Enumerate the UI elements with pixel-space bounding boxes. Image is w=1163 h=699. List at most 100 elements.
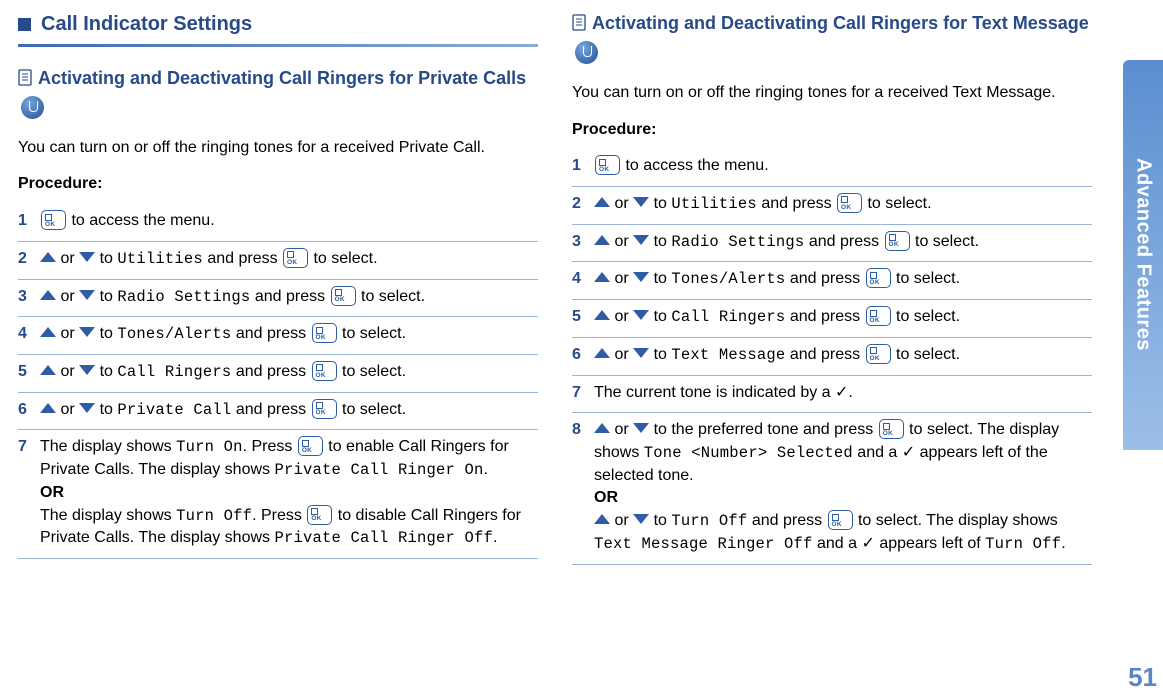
procedure-label-left: Procedure: [18,173,538,196]
step-text: to [649,195,671,212]
ok-button-icon [283,248,308,268]
step-text: or [610,308,633,325]
down-arrow-icon [79,403,95,413]
right-column: Activating and Deactivating Call Ringers… [572,10,1092,565]
step-text: to select. [911,233,979,250]
ok-button-icon [312,323,337,343]
step-text: to [95,401,117,418]
step-l5: 5 or to Call Ringers and press to select… [18,355,538,393]
step-text: to select. [863,195,931,212]
step-r6: 6 or to Text Message and press to select… [572,338,1092,376]
step-text: . [493,529,497,546]
section-bullet-icon [18,18,31,31]
down-arrow-icon [633,310,649,320]
section-title-text: Call Indicator Settings [41,10,252,38]
down-arrow-icon [79,365,95,375]
step-l1: 1 to access the menu. [18,204,538,242]
step-text: to [95,288,117,305]
ok-button-icon [307,505,332,525]
ok-button-icon [312,399,337,419]
side-tab-label: Advanced Features [1132,158,1155,351]
step-text: to select. [338,325,406,342]
step-text: The display shows [40,438,176,455]
step-text: to select. [309,250,377,267]
step-num: 3 [572,231,581,254]
procedure-doc-icon [18,67,32,95]
procedure-label-right: Procedure: [572,119,1092,142]
step-text: or [610,270,633,287]
ok-button-icon [595,155,620,175]
step-text: or [610,195,633,212]
or-label: OR [594,487,1092,510]
step-text: or [56,325,79,342]
menu-item: Text Message [671,346,785,364]
step-text: to [649,233,671,250]
step-r8: 8 or to the preferred tone and press to … [572,413,1092,564]
step-text: or [610,233,633,250]
down-arrow-icon [79,252,95,262]
display-text: Private Call Ringer On [274,461,483,479]
step-text: to select. [338,363,406,380]
menu-item: Utilities [671,195,757,213]
step-text: to [95,250,117,267]
step-text: to select. The display shows [854,512,1058,529]
display-text: Turn Off [176,507,252,525]
ok-button-icon [331,286,356,306]
intro-left: You can turn on or off the ringing tones… [18,137,538,160]
step-text: or [56,250,79,267]
display-text: Private Call Ringer Off [274,529,493,547]
step-num: 8 [572,419,581,442]
step-num: 6 [572,344,581,367]
step-text: and press [804,233,883,250]
display-text: Tone <Number> Selected [644,444,853,462]
ok-button-icon [312,361,337,381]
up-arrow-icon [40,252,56,262]
ok-button-icon [828,510,853,530]
step-text: and press [757,195,836,212]
up-arrow-icon [594,272,610,282]
step-text: . [1061,535,1065,552]
step-r1: 1 to access the menu. [572,149,1092,187]
down-arrow-icon [79,290,95,300]
left-column: Call Indicator Settings Activating and D… [18,10,538,565]
step-text: to select. [892,308,960,325]
ok-button-icon [866,344,891,364]
step-l4: 4 or to Tones/Alerts and press to select… [18,317,538,355]
step-text: or [56,401,79,418]
or-label: OR [40,482,538,505]
ok-button-icon [866,268,891,288]
step-text: to [649,270,671,287]
step-text: to access the menu. [67,212,215,229]
up-arrow-icon [594,197,610,207]
down-arrow-icon [633,197,649,207]
up-arrow-icon [594,514,610,524]
up-arrow-icon [40,327,56,337]
down-arrow-icon [633,272,649,282]
step-text: . Press [243,438,297,455]
step-r2: 2 or to Utilities and press to select. [572,187,1092,225]
menu-item: Radio Settings [117,288,250,306]
subsection-title-right-text: Activating and Deactivating Call Ringers… [592,13,1089,33]
step-text: and press [785,270,864,287]
step-num: 3 [18,286,27,309]
procedure-doc-icon [572,12,586,40]
up-arrow-icon [40,290,56,300]
step-num: 2 [18,248,27,271]
step-r4: 4 or to Tones/Alerts and press to select… [572,262,1092,300]
ok-button-icon [837,193,862,213]
down-arrow-icon [633,423,649,433]
down-arrow-icon [633,348,649,358]
display-text: Turn On [176,438,243,456]
step-text: to the preferred tone and press [649,421,878,438]
down-arrow-icon [633,514,649,524]
menu-item: Tones/Alerts [117,325,231,343]
step-text: to access the menu. [621,157,769,174]
step-num: 5 [572,306,581,329]
step-text: and press [785,346,864,363]
step-text: The display shows [40,507,176,524]
subsection-title-left: Activating and Deactivating Call Ringers… [18,65,538,123]
step-text: . Press [252,507,306,524]
step-text: . [484,461,488,478]
down-arrow-icon [633,235,649,245]
step-text: and press [231,363,310,380]
